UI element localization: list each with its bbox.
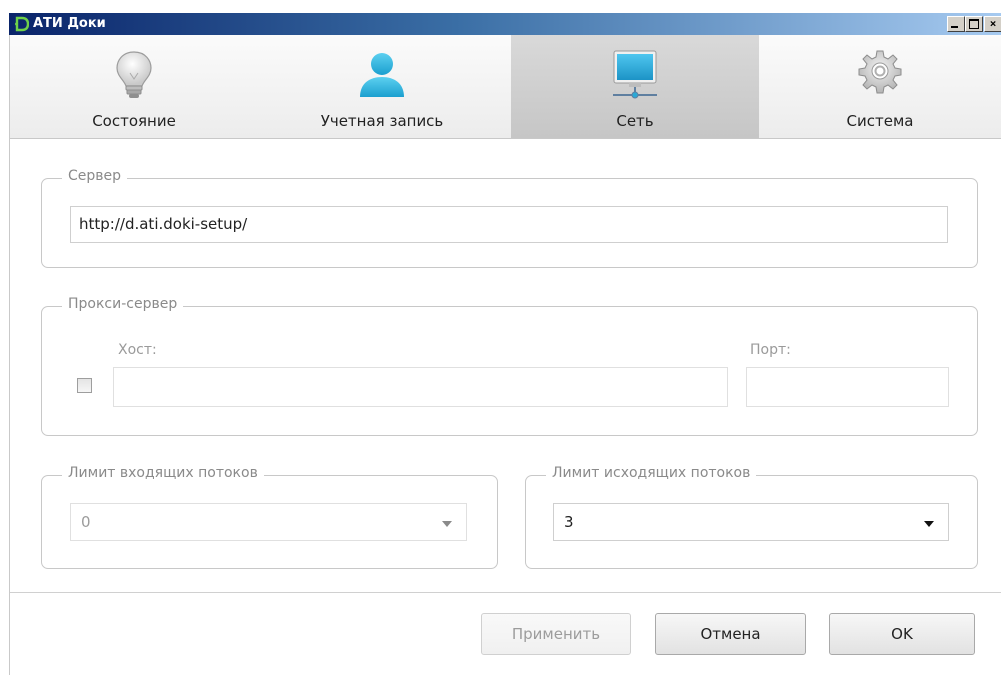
tab-account-label: Учетная запись <box>320 112 444 130</box>
incoming-limit-select[interactable]: 0 <box>70 503 467 541</box>
settings-window: АТИ Доки × Состояние Учетная запись Сеть… <box>0 0 1001 675</box>
tab-status[interactable]: Состояние <box>10 35 258 138</box>
incoming-limit-legend: Лимит входящих потоков <box>62 465 264 481</box>
proxy-host-label: Хост: <box>118 342 157 358</box>
gear-icon <box>858 50 902 94</box>
network-monitor-icon <box>613 50 657 99</box>
proxy-port-input[interactable] <box>746 367 949 407</box>
lightbulb-icon <box>116 51 152 98</box>
tab-status-label: Состояние <box>92 112 176 130</box>
tab-system[interactable]: Система <box>759 35 1001 138</box>
chevron-down-icon <box>924 521 934 527</box>
outgoing-limit-select[interactable]: 3 <box>553 503 949 541</box>
maximize-icon <box>969 19 979 29</box>
window-title: АТИ Доки <box>33 16 106 31</box>
outgoing-limit-value: 3 <box>564 513 574 531</box>
footer-divider <box>10 592 1001 593</box>
chevron-down-icon <box>442 521 452 527</box>
minimize-icon <box>951 26 958 28</box>
proxy-host-input[interactable] <box>113 367 728 407</box>
close-button[interactable]: × <box>984 16 1001 32</box>
cancel-button[interactable]: Отмена <box>655 613 806 655</box>
tab-network-label: Сеть <box>616 112 654 130</box>
incoming-limit-value: 0 <box>81 513 91 531</box>
server-legend: Сервер <box>62 168 128 184</box>
ok-button[interactable]: OK <box>829 613 975 655</box>
proxy-port-label: Порт: <box>750 342 791 358</box>
apply-button[interactable]: Применить <box>481 613 631 655</box>
server-url-value: http://d.ati.doki-setup/ <box>79 215 248 233</box>
app-logo-icon <box>15 16 29 32</box>
tab-account[interactable]: Учетная запись <box>258 35 506 138</box>
server-url-input[interactable]: http://d.ati.doki-setup/ <box>70 206 948 243</box>
minimize-button[interactable] <box>947 16 965 32</box>
proxy-legend: Прокси-сервер <box>62 296 184 312</box>
user-icon <box>360 53 404 97</box>
outgoing-limit-legend: Лимит исходящих потоков <box>546 465 757 481</box>
proxy-enable-checkbox[interactable] <box>77 378 92 393</box>
title-bar[interactable]: АТИ Доки × <box>9 13 1001 35</box>
maximize-button[interactable] <box>965 16 983 32</box>
tab-network[interactable]: Сеть <box>511 35 759 138</box>
tab-system-label: Система <box>846 112 914 130</box>
tab-bar: Состояние Учетная запись Сеть Система <box>10 35 1001 139</box>
